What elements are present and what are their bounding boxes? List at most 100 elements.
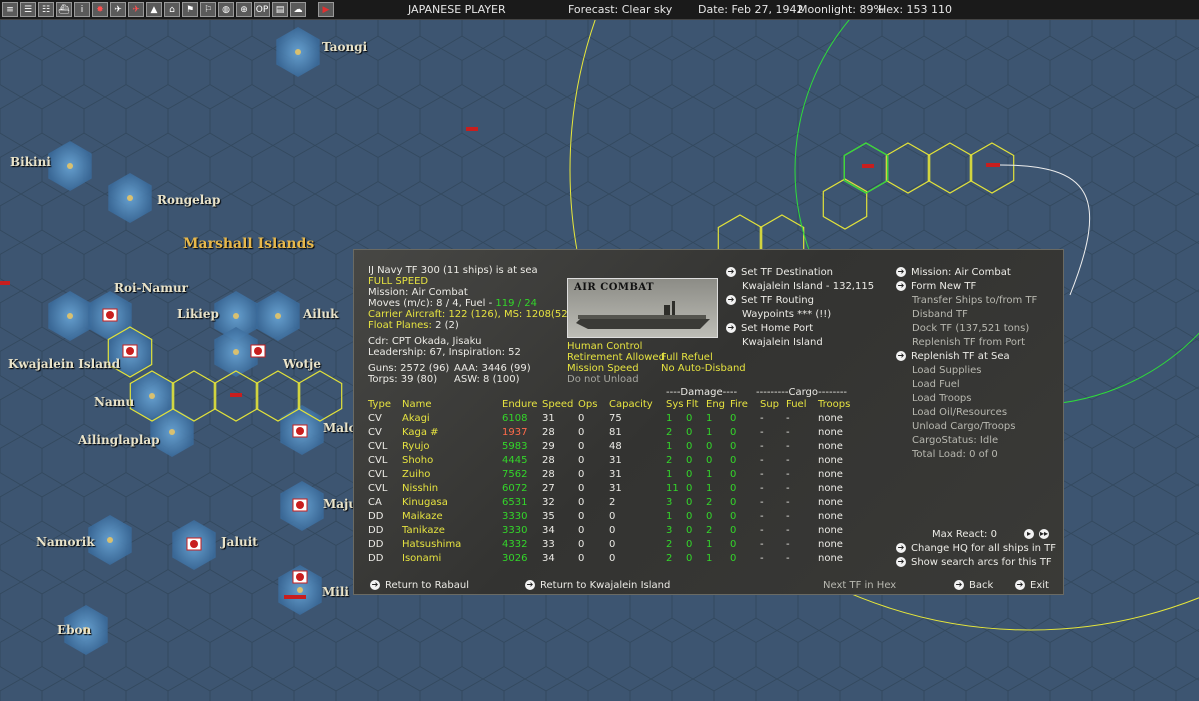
ship-row[interactable]: DD Maikaze 3330 35 0 0 1 0 0 0 - - none: [368, 510, 868, 524]
map-label[interactable]: Namu: [94, 395, 134, 409]
load-supplies-button[interactable]: Load Supplies: [912, 364, 981, 377]
column-header[interactable]: Name: [402, 398, 502, 412]
ship-row[interactable]: DD Hatsushima 4332 33 0 0 2 0 1 0 - - none: [368, 538, 868, 552]
ship-row[interactable]: CV Akagi 6108 31 0 75 1 0 1 0 - - none: [368, 412, 868, 426]
burst-icon[interactable]: ✸: [92, 2, 108, 17]
column-header[interactable]: Sup: [760, 398, 786, 412]
hq-icon[interactable]: ⚐: [200, 2, 216, 17]
arrow-right-icon[interactable]: ▸: [1024, 529, 1034, 539]
ship-name[interactable]: Nisshin: [402, 482, 502, 496]
ship-name[interactable]: Ryujo: [402, 440, 502, 454]
return-rabaul-button[interactable]: ➔ Return to Rabaul: [370, 579, 469, 592]
react-adjust-buttons[interactable]: ▸ ▸▸: [1024, 528, 1054, 541]
replenish-port-button[interactable]: Replenish TF from Port: [912, 336, 1025, 349]
map-label[interactable]: Maju: [323, 497, 357, 511]
ship-name[interactable]: Zuiho: [402, 468, 502, 482]
map-label[interactable]: Ebon: [57, 623, 91, 637]
ship-row[interactable]: DD Tanikaze 3330 34 0 0 3 0 2 0 - - none: [368, 524, 868, 538]
map-label[interactable]: Kwajalein Island: [8, 357, 120, 371]
map-label[interactable]: Wotje: [283, 357, 321, 371]
column-header[interactable]: Flt: [686, 398, 706, 412]
unload-cargo-button[interactable]: Unload Cargo/Troops: [912, 420, 1015, 433]
map-label[interactable]: Bikini: [10, 155, 51, 169]
report-icon[interactable]: ▤: [272, 2, 288, 17]
disband-tf-button[interactable]: Disband TF: [912, 308, 968, 321]
menu-icon[interactable]: ≡: [2, 2, 18, 17]
map-label[interactable]: Namorik: [36, 535, 95, 549]
ship-sys: 1: [666, 511, 673, 522]
map-label[interactable]: Ailuk: [303, 307, 338, 321]
ship-ops: 0: [578, 511, 585, 522]
ship-row[interactable]: CVL Shoho 4445 28 0 31 2 0 0 0 - - none: [368, 454, 868, 468]
column-header[interactable]: Capacity: [609, 398, 666, 412]
ship-row[interactable]: CVL Ryujo 5983 29 0 48 1 0 0 0 - - none: [368, 440, 868, 454]
no-auto-disband[interactable]: No Auto-Disband: [661, 362, 746, 375]
info-icon[interactable]: i: [74, 2, 90, 17]
column-header[interactable]: Type: [368, 398, 402, 412]
flag-icon[interactable]: ⚑: [182, 2, 198, 17]
map-label[interactable]: Mili: [322, 585, 349, 599]
ship-name[interactable]: Hatsushima: [402, 538, 502, 552]
arrow-max-icon[interactable]: ▸▸: [1039, 529, 1049, 539]
next-tf-button[interactable]: Next TF in Hex: [823, 579, 896, 592]
op-icon[interactable]: OP: [254, 2, 270, 17]
set-home-port-button[interactable]: ➔ Set Home Port: [726, 322, 813, 335]
list-icon[interactable]: ☰: [20, 2, 36, 17]
replenish-sea-button[interactable]: ➔ Replenish TF at Sea: [896, 350, 1010, 363]
map-label[interactable]: Jaluit: [221, 535, 258, 549]
ship-name[interactable]: Tanikaze: [402, 524, 502, 538]
end-turn-icon[interactable]: ▶: [318, 2, 334, 17]
map-label[interactable]: Likiep: [177, 307, 219, 321]
ship-row[interactable]: CVL Nisshin 6072 27 0 31 11 0 1 0 - - none: [368, 482, 868, 496]
ship-row[interactable]: DD Isonami 3026 34 0 0 2 0 1 0 - - none: [368, 552, 868, 566]
ship-name[interactable]: Kinugasa: [402, 496, 502, 510]
ship-name[interactable]: Shoho: [402, 454, 502, 468]
load-troops-button[interactable]: Load Troops: [912, 392, 972, 405]
show-search-arcs-button[interactable]: ➔ Show search arcs for this TF: [896, 556, 1052, 569]
ship-icon[interactable]: ⛴: [56, 2, 72, 17]
back-button[interactable]: ➔ Back: [954, 579, 993, 592]
map-label[interactable]: Taongi: [322, 40, 367, 54]
ship-row[interactable]: CV Kaga #1937 28 0 81 2 0 1 0 - - none: [368, 426, 868, 440]
ship-name[interactable]: Maikaze: [402, 510, 502, 524]
do-not-unload[interactable]: Do not Unload: [567, 373, 639, 386]
return-kwajalein-button[interactable]: ➔ Return to Kwajalein Island: [525, 579, 670, 592]
ship-row[interactable]: CA Kinugasa 6531 32 0 2 3 0 2 0 - - none: [368, 496, 868, 510]
map-label[interactable]: Rongelap: [157, 193, 220, 207]
transfer-ships-button[interactable]: Transfer Ships to/from TF: [912, 294, 1037, 307]
map-label[interactable]: Roi-Namur: [114, 281, 188, 295]
map-label[interactable]: Ailinglaplap: [78, 433, 160, 447]
ship-name[interactable]: Kaga #: [402, 426, 502, 440]
lcu-icon[interactable]: ▲: [146, 2, 162, 17]
set-routing-button[interactable]: ➔ Set TF Routing: [726, 294, 814, 307]
exit-button[interactable]: ➔ Exit: [1015, 579, 1049, 592]
column-header[interactable]: Sys: [666, 398, 686, 412]
form-new-tf-button[interactable]: ➔ Form New TF: [896, 280, 976, 293]
column-header[interactable]: Speed: [542, 398, 578, 412]
zoom-icon[interactable]: ⊕: [236, 2, 252, 17]
column-header[interactable]: Endure: [502, 398, 542, 412]
column-header[interactable]: Ops: [578, 398, 609, 412]
ship-name[interactable]: Isonami: [402, 552, 502, 566]
mission-button[interactable]: ➔ Mission: Air Combat: [896, 266, 1011, 279]
dock-tf-button[interactable]: Dock TF (137,521 tons): [912, 322, 1029, 335]
plane-icon[interactable]: ✈: [110, 2, 126, 17]
list2-icon[interactable]: ☷: [38, 2, 54, 17]
load-oil-button[interactable]: Load Oil/Resources: [912, 406, 1007, 419]
plane2-icon[interactable]: ✈: [128, 2, 144, 17]
ship-row[interactable]: CVL Zuiho 7562 28 0 31 1 0 1 0 - - none: [368, 468, 868, 482]
base-icon[interactable]: ⌂: [164, 2, 180, 17]
column-header[interactable]: Eng: [706, 398, 730, 412]
column-header[interactable]: Fuel: [786, 398, 818, 412]
map-label[interactable]: Marshall Islands: [183, 236, 314, 252]
map-label[interactable]: Malo: [323, 421, 357, 435]
weather-icon[interactable]: ☁: [290, 2, 306, 17]
column-header[interactable]: Troops: [818, 398, 868, 412]
set-destination-button[interactable]: ➔ Set TF Destination: [726, 266, 833, 279]
tf-float-planes[interactable]: Float Planes: 2 (2): [368, 319, 459, 332]
change-hq-button[interactable]: ➔ Change HQ for all ships in TF: [896, 542, 1056, 555]
column-header[interactable]: Fire: [730, 398, 760, 412]
globe-icon[interactable]: ◍: [218, 2, 234, 17]
ship-name[interactable]: Akagi: [402, 412, 502, 426]
load-fuel-button[interactable]: Load Fuel: [912, 378, 960, 391]
